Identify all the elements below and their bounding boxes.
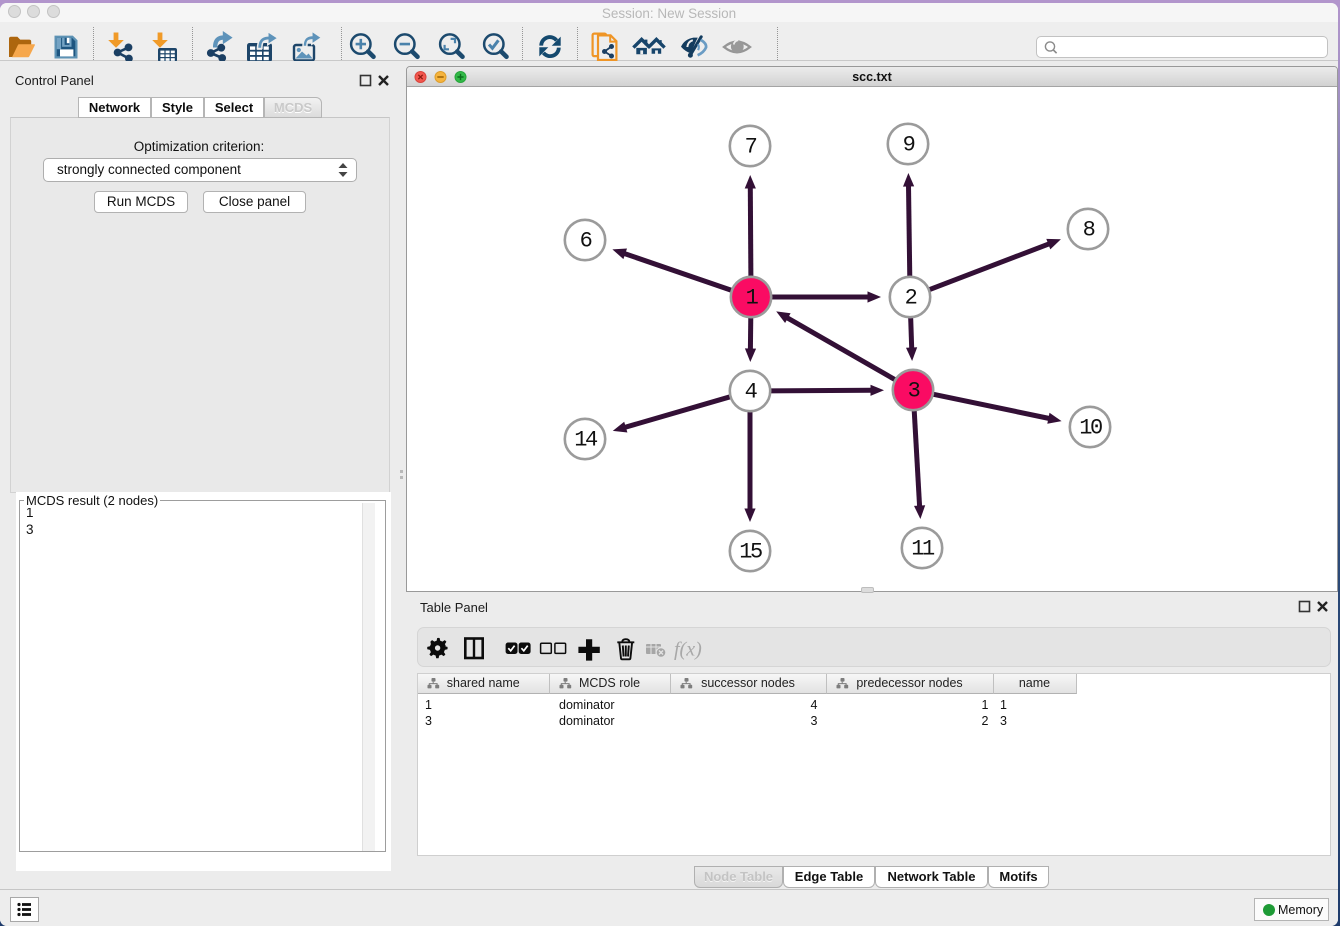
svg-text:9: 9 <box>903 133 915 158</box>
svg-text:15: 15 <box>739 540 762 565</box>
svg-text:2: 2 <box>905 286 917 311</box>
svg-text:f(x): f(x) <box>674 639 702 661</box>
svg-text:7: 7 <box>745 135 757 160</box>
svg-text:10: 10 <box>1079 416 1102 441</box>
svg-text:14: 14 <box>574 428 598 453</box>
svg-text:3: 3 <box>908 379 920 404</box>
svg-text:8: 8 <box>1083 218 1095 243</box>
svg-text:6: 6 <box>580 229 592 254</box>
svg-text:11: 11 <box>911 537 935 562</box>
